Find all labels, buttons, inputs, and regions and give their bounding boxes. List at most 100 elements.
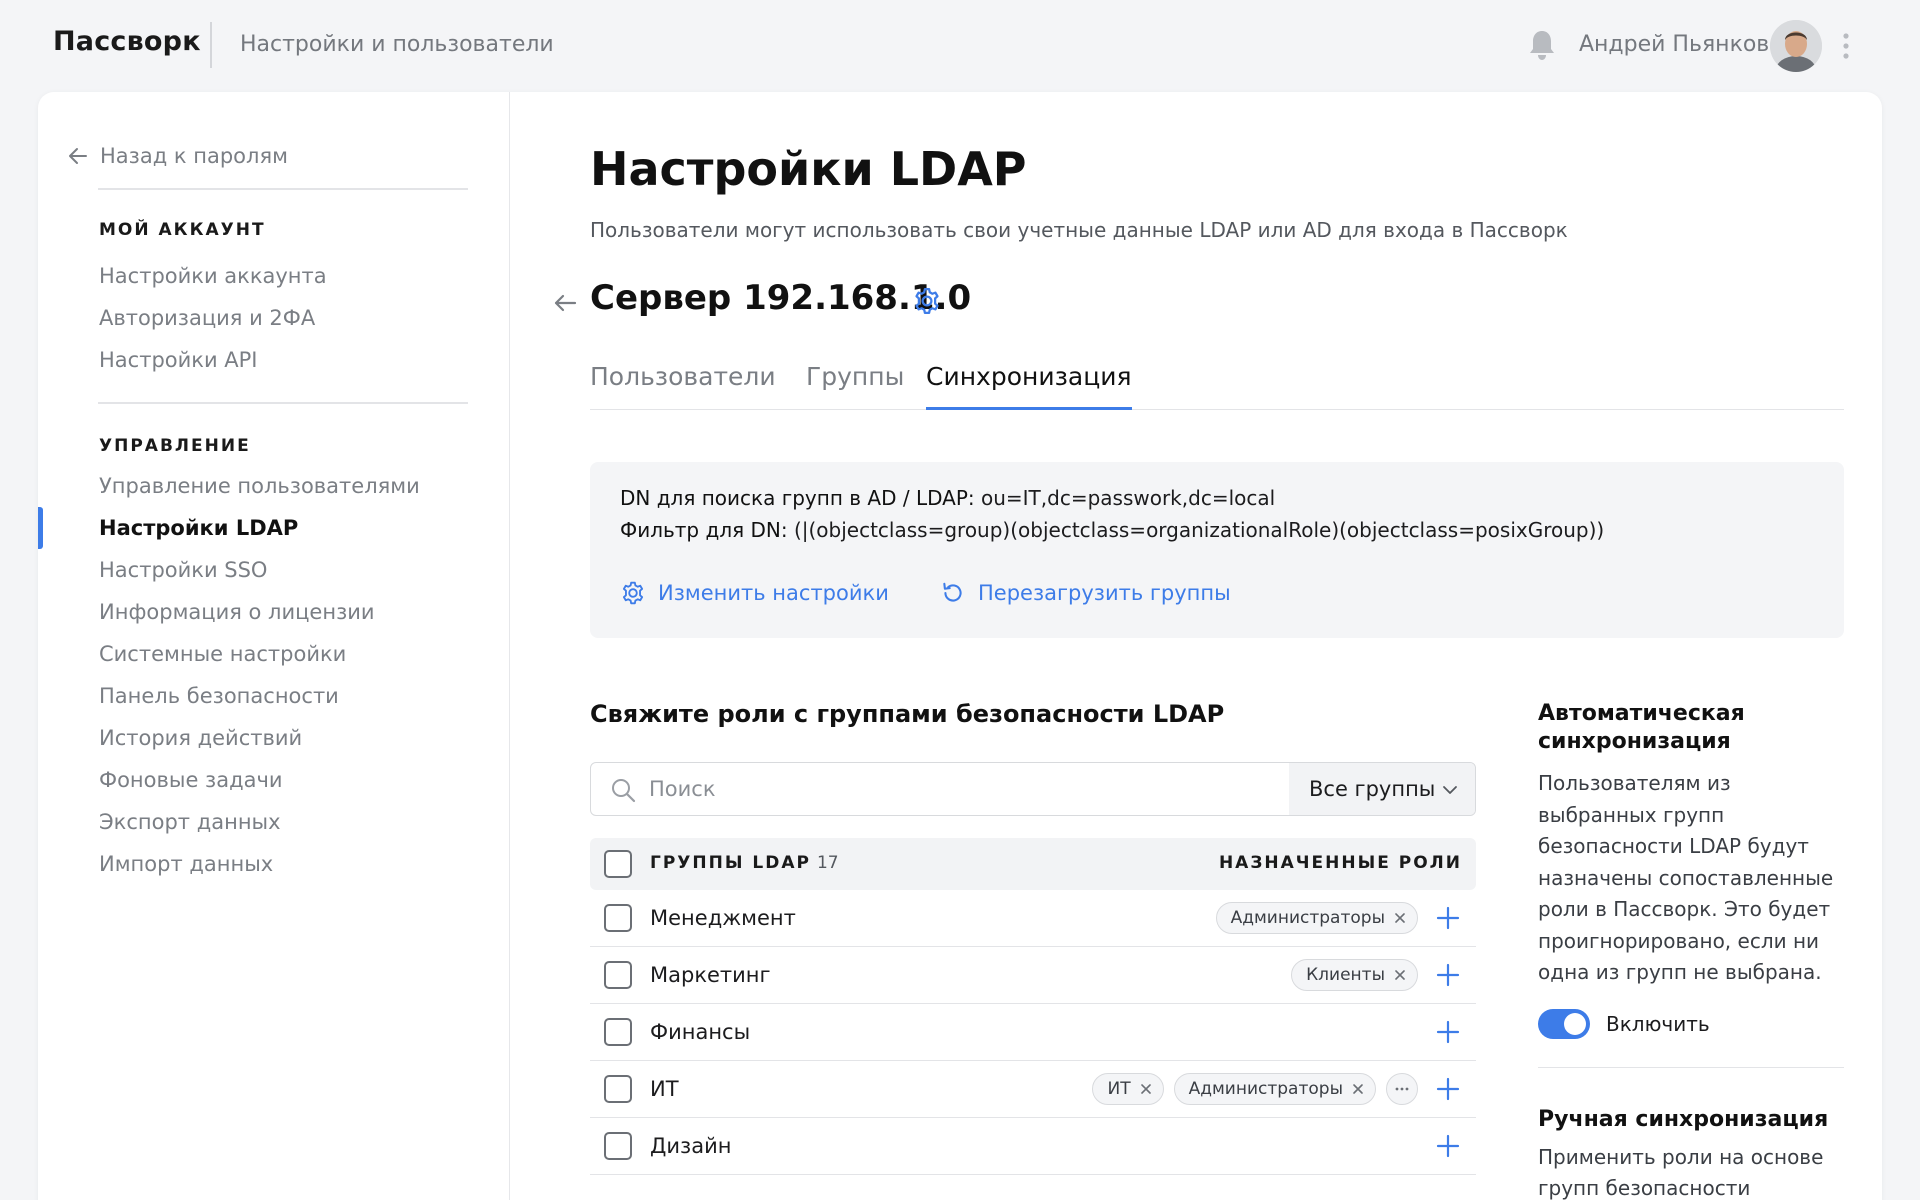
role-chip-label: Клиенты: [1306, 965, 1385, 985]
bell-icon[interactable]: [1526, 28, 1558, 62]
role-chips: ИТ Администраторы: [1092, 1073, 1418, 1105]
user-name[interactable]: Андрей Пьянков: [1579, 32, 1769, 57]
auto-sync-toggle-label: Включить: [1606, 1011, 1710, 1036]
sidebar-item-ldap-settings[interactable]: Настройки LDAP: [99, 516, 298, 540]
groups-column-label: ГРУППЫ LDAP: [650, 853, 811, 873]
ldap-info-box: DN для поиска групп в AD / LDAP: ou=IT,d…: [590, 462, 1844, 638]
dn-label: DN для поиска групп в AD / LDAP:: [620, 486, 975, 510]
auto-sync-toggle-row: Включить: [1538, 1008, 1844, 1039]
role-chip: ИТ: [1092, 1073, 1164, 1105]
groups-count: 17: [816, 853, 839, 873]
sidebar-item-data-import[interactable]: Импорт данных: [99, 852, 273, 876]
table-row: Дизайн: [590, 1118, 1476, 1175]
sidebar-item-sso-settings[interactable]: Настройки SSO: [99, 558, 267, 582]
search-input[interactable]: [649, 763, 1149, 815]
plus-icon[interactable]: [1434, 961, 1462, 989]
settings-card: Назад к паролям МОЙ АККАУНТ Настройки ак…: [38, 92, 1882, 1200]
filter-label: Фильтр для DN:: [620, 518, 788, 542]
reload-groups-label: Перезагрузить группы: [978, 581, 1231, 605]
sidebar-heading-account: МОЙ АККАУНТ: [99, 220, 266, 240]
close-icon[interactable]: [1393, 968, 1407, 982]
column-header-groups: ГРУППЫ LDAP 17: [650, 853, 839, 873]
gear-icon: [622, 581, 644, 605]
filter-line: Фильтр для DN: (|(objectclass=group)(obj…: [620, 518, 1604, 542]
group-search: Все группы: [590, 762, 1476, 816]
role-chips: Администраторы: [1215, 902, 1418, 934]
role-chip-label: Администраторы: [1188, 1079, 1343, 1099]
dn-value: ou=IT,dc=passwork,dc=local: [980, 486, 1276, 510]
breadcrumb: Настройки и пользователи: [240, 32, 554, 57]
header-divider: [210, 22, 212, 68]
top-bar: Пассворк Настройки и пользователи Андрей…: [0, 0, 1920, 92]
auto-sync-title: Автоматическая синхронизация: [1538, 701, 1745, 754]
sidebar-item-activity-log[interactable]: История действий: [99, 726, 302, 750]
manual-sync-title: Ручная синхронизация: [1538, 1106, 1829, 1132]
row-checkbox[interactable]: [604, 904, 632, 932]
tabs: Пользователи Группы Синхронизация: [590, 362, 1844, 410]
group-name: Маркетинг: [650, 963, 771, 987]
back-to-passwords-link[interactable]: Назад к паролям: [66, 144, 288, 168]
edit-settings-button[interactable]: Изменить настройки: [620, 580, 889, 606]
chevron-down-icon: [1443, 786, 1457, 794]
role-chip-label: ИТ: [1107, 1079, 1131, 1099]
plus-icon[interactable]: [1434, 1132, 1462, 1160]
sidebar-item-system-settings[interactable]: Системные настройки: [99, 642, 346, 666]
table-row: Маркетинг Клиенты: [590, 947, 1476, 1004]
row-checkbox[interactable]: [604, 1018, 632, 1046]
group-name: Менеджмент: [650, 906, 796, 930]
sidebar-item-auth-2fa[interactable]: Авторизация и 2ФА: [99, 306, 315, 330]
row-checkbox[interactable]: [604, 961, 632, 989]
reload-icon: [943, 582, 962, 602]
sidebar-item-user-management[interactable]: Управление пользователями: [99, 474, 420, 498]
reload-groups-button[interactable]: Перезагрузить группы: [940, 580, 1231, 606]
select-all-checkbox[interactable]: [604, 850, 632, 878]
page-subtitle: Пользователи могут использовать свои уче…: [590, 218, 1568, 242]
sidebar-item-account-settings[interactable]: Настройки аккаунта: [99, 264, 327, 288]
group-name: Финансы: [650, 1020, 751, 1044]
role-chips: Клиенты: [1291, 959, 1418, 991]
close-icon[interactable]: [1351, 1082, 1365, 1096]
roles-section-title: Свяжите роли с группами безопасности LDA…: [590, 700, 1225, 728]
table-row: Финансы: [590, 1004, 1476, 1061]
more-roles-button[interactable]: [1386, 1073, 1418, 1105]
sidebar: Назад к паролям МОЙ АККАУНТ Настройки ак…: [38, 92, 510, 1200]
active-indicator: [38, 507, 43, 549]
role-chip: Администраторы: [1173, 1073, 1376, 1105]
sidebar-divider: [98, 402, 468, 404]
tab-users[interactable]: Пользователи: [590, 362, 776, 410]
plus-icon[interactable]: [1434, 1018, 1462, 1046]
auto-sync-description: Пользователям из выбранных групп безопас…: [1538, 771, 1834, 984]
kebab-menu-icon[interactable]: [1840, 30, 1852, 62]
arrow-left-icon[interactable]: [550, 288, 580, 318]
sidebar-divider: [98, 188, 468, 190]
role-chip: Администраторы: [1215, 902, 1418, 934]
sync-aside: Автоматическая синхронизация Пользовател…: [1538, 700, 1844, 1200]
arrow-left-icon: [69, 148, 87, 164]
close-icon[interactable]: [1393, 911, 1407, 925]
more-icon: [1395, 1087, 1409, 1091]
avatar[interactable]: [1770, 20, 1822, 72]
sidebar-item-license-info[interactable]: Информация о лицензии: [99, 600, 375, 624]
tab-groups[interactable]: Группы: [806, 362, 904, 410]
sidebar-item-background-tasks[interactable]: Фоновые задачи: [99, 768, 283, 792]
column-header-roles: НАЗНАЧЕННЫЕ РОЛИ: [1218, 853, 1462, 873]
table-header: ГРУППЫ LDAP 17 НАЗНАЧЕННЫЕ РОЛИ: [590, 838, 1476, 890]
auto-sync-toggle[interactable]: [1538, 1008, 1590, 1039]
close-icon[interactable]: [1139, 1082, 1153, 1096]
sidebar-item-api-settings[interactable]: Настройки API: [99, 348, 258, 372]
group-name: ИТ: [650, 1077, 679, 1101]
row-checkbox[interactable]: [604, 1132, 632, 1160]
filter-value: (|(objectclass=group)(objectclass=organi…: [793, 518, 1605, 542]
gear-icon[interactable]: [912, 286, 942, 316]
group-filter-select[interactable]: Все группы: [1289, 763, 1475, 815]
brand-logo[interactable]: Пассворк: [53, 26, 201, 57]
plus-icon[interactable]: [1434, 904, 1462, 932]
sidebar-item-data-export[interactable]: Экспорт данных: [99, 810, 281, 834]
page-title: Настройки LDAP: [590, 142, 1027, 196]
group-filter-value: Все группы: [1309, 777, 1436, 801]
row-checkbox[interactable]: [604, 1075, 632, 1103]
plus-icon[interactable]: [1434, 1075, 1462, 1103]
tab-sync[interactable]: Синхронизация: [926, 362, 1132, 410]
back-link-label: Назад к паролям: [100, 144, 288, 168]
sidebar-item-security-dashboard[interactable]: Панель безопасности: [99, 684, 339, 708]
